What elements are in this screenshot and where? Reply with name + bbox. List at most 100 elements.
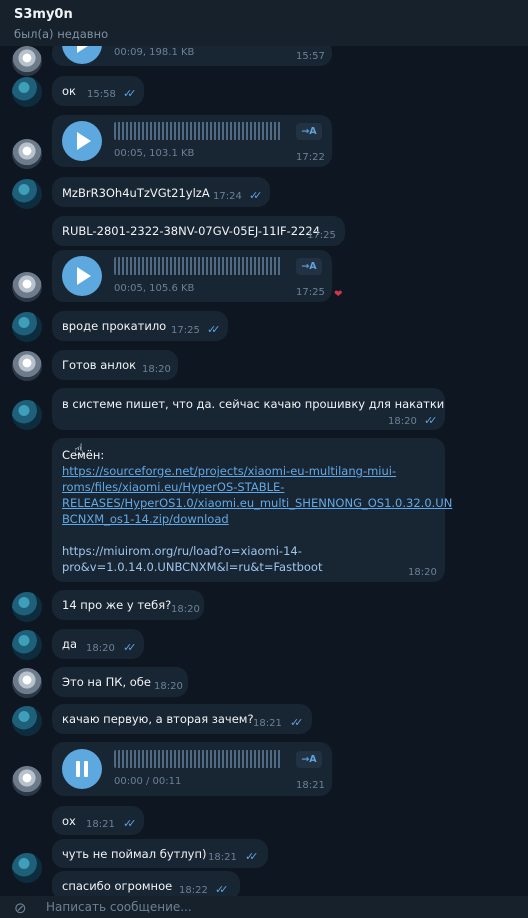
message-bubble[interactable]: да 18:20 ✓✓ [52, 629, 144, 659]
voice-meta: 00:09, 198.1 KB [114, 47, 195, 58]
double-check-icon: ✓✓ [424, 414, 438, 427]
message-text: 14 про же у тебя? [62, 598, 172, 612]
message-bubble[interactable]: MzBrR3Oh4uTzVGt21ylzA 17:24 ✓✓ [52, 177, 270, 207]
voice-meta: 00:00 / 00:11 [114, 776, 182, 787]
link-line[interactable]: https://miuirom.org/ru/load?o=xiaomi-14- [62, 544, 302, 558]
avatar[interactable] [12, 400, 42, 430]
message-text: качаю первую, а вторая зачем? [62, 712, 254, 726]
heart-icon[interactable]: ❤ [334, 289, 342, 300]
avatar[interactable] [12, 46, 42, 76]
avatar[interactable] [12, 139, 42, 169]
voice-meta: 00:05, 105.6 KB [114, 283, 195, 294]
message-bubble[interactable]: Семён: https://sourceforge.net/projects/… [52, 438, 452, 582]
pause-button[interactable] [62, 749, 102, 789]
message-time: 18:21 [208, 852, 237, 863]
message-text: ок [62, 84, 76, 98]
message-text: Готов анлок [62, 358, 137, 372]
transcribe-button[interactable]: →A [296, 123, 322, 140]
message-bubble[interactable]: в системе пишет, что да. сейчас качаю пр… [52, 388, 445, 430]
voice-meta: 00:05, 103.1 KB [114, 148, 195, 159]
link-line[interactable]: pro&v=1.0.14.0.UNBCNXM&l=ru&t=Fastboot [62, 560, 322, 574]
voice-message[interactable]: 00:05, 105.6 KB →A 17:25 [52, 250, 332, 302]
message-text: чуть не поймал бутлуп) [62, 847, 207, 861]
double-check-icon: ✓✓ [290, 716, 304, 729]
message-bubble[interactable]: ок 15:58 ✓✓ [52, 76, 144, 106]
link-line[interactable]: roms/files/xiaomi.eu/HyperOS-STABLE- [62, 480, 284, 494]
transcribe-button[interactable]: →A [296, 258, 322, 275]
play-button[interactable] [62, 121, 102, 161]
double-check-icon: ✓✓ [123, 641, 137, 654]
message-time: 18:22 [179, 885, 208, 896]
avatar[interactable] [12, 630, 42, 660]
avatar[interactable] [12, 706, 42, 736]
contact-status: был(а) недавно [14, 27, 109, 41]
message-time: 15:57 [296, 51, 325, 62]
double-check-icon: ✓✓ [123, 817, 137, 830]
message-bubble[interactable]: качаю первую, а вторая зачем? 18:21 ✓✓ [52, 704, 312, 734]
composer: ⊘ [0, 896, 528, 918]
double-check-icon: ✓✓ [207, 323, 221, 336]
message-bubble[interactable]: RUBL-2801-2322-38NV-07GV-05EJ-11IF-2224 … [52, 216, 345, 246]
message-time: 18:21 [296, 780, 325, 791]
message-bubble[interactable]: вроде прокатило 17:25 ✓✓ [52, 311, 228, 341]
message-text: ох [62, 814, 76, 828]
waveform[interactable] [114, 122, 282, 140]
link-line[interactable]: https://sourceforge.net/projects/xiaomi-… [62, 464, 396, 478]
chat-header[interactable]: S3my0n был(а) недавно [0, 0, 528, 46]
message-text: да [62, 637, 77, 651]
link-line[interactable]: BCNXM_os1-14.zip/download [62, 512, 229, 526]
transcribe-button[interactable]: →A [296, 751, 322, 768]
message-input[interactable] [46, 899, 496, 915]
waveform[interactable] [114, 257, 282, 275]
message-time: 15:58 [87, 89, 116, 100]
message-time: 18:21 [253, 718, 282, 729]
avatar[interactable] [12, 351, 42, 381]
message-text: RUBL-2801-2322-38NV-07GV-05EJ-11IF-2224 [62, 224, 321, 238]
voice-message[interactable]: 00:09, 198.1 KB 15:57 [52, 46, 332, 66]
message-bubble[interactable]: ох 18:21 ✓✓ [52, 806, 144, 835]
message-time: 17:25 [307, 230, 336, 241]
message-bubble[interactable]: Это на ПК, обе 18:20 [52, 667, 188, 697]
avatar[interactable] [12, 766, 42, 796]
avatar[interactable] [12, 592, 42, 622]
hand-cursor-icon: ☝ [74, 440, 84, 459]
double-check-icon: ✓✓ [249, 189, 263, 202]
message-text: MzBrR3Oh4uTzVGt21ylzA [62, 186, 210, 200]
message-bubble[interactable]: чуть не поймал бутлуп) 18:21 ✓✓ [52, 839, 268, 868]
message-text: вроде прокатило [62, 319, 167, 333]
message-bubble[interactable]: Готов анлок 18:20 [52, 350, 178, 380]
avatar[interactable] [12, 179, 42, 209]
double-check-icon: ✓✓ [215, 883, 229, 896]
message-bubble[interactable]: спасибо огромное 18:22 ✓✓ [52, 871, 240, 896]
avatar[interactable] [12, 853, 42, 883]
waveform[interactable] [114, 750, 282, 768]
message-time: 18:20 [142, 364, 171, 375]
message-time: 17:22 [296, 152, 325, 163]
double-check-icon: ✓✓ [245, 850, 259, 863]
message-time: 17:25 [171, 325, 200, 336]
message-time: 17:24 [213, 191, 242, 202]
message-time: 18:20 [154, 681, 183, 692]
message-time: 18:20 [388, 416, 417, 427]
avatar[interactable] [12, 312, 42, 342]
paperclip-icon[interactable]: ⊘ [14, 899, 27, 917]
double-check-icon: ✓✓ [123, 87, 137, 100]
message-time: 18:20 [171, 604, 200, 615]
contact-name[interactable]: S3my0n [14, 7, 73, 22]
message-text: в системе пишет, что да. сейчас качаю пр… [62, 397, 445, 411]
voice-message[interactable]: 00:00 / 00:11 →A 18:21 [52, 742, 332, 796]
voice-message[interactable]: 00:05, 103.1 KB →A 17:22 [52, 115, 332, 167]
message-text: Это на ПК, обе [62, 675, 151, 689]
message-time: 17:25 [296, 287, 325, 298]
avatar[interactable] [12, 668, 42, 698]
play-button[interactable] [62, 46, 102, 64]
link-line[interactable]: RELEASES/HyperOS1.0/xiaomi.eu_multi_SHEN… [62, 496, 452, 510]
message-time: 18:20 [86, 643, 115, 654]
message-bubble[interactable]: 14 про же у тебя? 18:20 [52, 590, 204, 620]
message-list[interactable]: 00:09, 198.1 KB 15:57 ок 15:58 ✓✓ 00:05,… [0, 46, 528, 896]
play-button[interactable] [62, 256, 102, 296]
avatar[interactable] [12, 77, 42, 107]
avatar[interactable] [12, 272, 42, 302]
message-text: спасибо огромное [62, 879, 173, 893]
message-time: 18:20 [408, 567, 437, 578]
